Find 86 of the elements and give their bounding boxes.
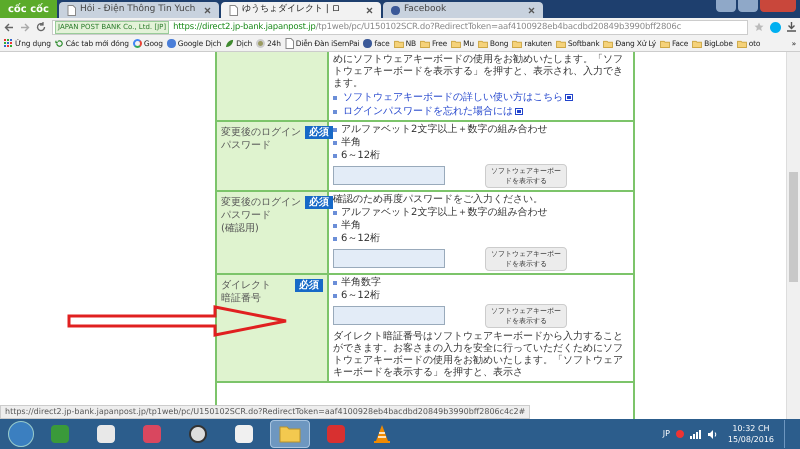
bullet-icon: [333, 211, 337, 215]
download-icon[interactable]: [787, 22, 796, 32]
folder-icon: [394, 40, 404, 48]
rule-item: アルファベット2文字以上＋数字の組み合わせ: [341, 207, 548, 219]
external-link-icon: [515, 108, 523, 115]
folder-icon: [451, 40, 462, 48]
field-label: (確認用): [221, 222, 260, 235]
required-badge: 必須: [305, 126, 333, 139]
app-icon: [143, 425, 161, 443]
rule-item: 6～12桁: [341, 150, 380, 162]
browser-logo: cốc cốc: [0, 0, 57, 18]
browser-tab[interactable]: Facebook: [382, 2, 543, 18]
star-icon[interactable]: [754, 22, 764, 32]
instruction-text: めにソフトウェアキーボードの使用をお勧めいたします。「ソフトウェアキーボードを表示する」を押すと、表示され、入力できます。: [333, 54, 624, 90]
help-link[interactable]: ログインパスワードを忘れた場合には: [343, 105, 513, 118]
back-icon[interactable]: [4, 22, 14, 32]
required-badge: 必須: [295, 279, 323, 292]
folder-icon: [478, 40, 488, 48]
leaf-icon: [225, 39, 234, 48]
traffic-cone-icon: [372, 424, 392, 444]
folder-icon: [692, 40, 702, 48]
maximize-button[interactable]: [738, 0, 758, 12]
bullet-icon: [333, 294, 337, 298]
app-icon: [51, 425, 69, 443]
page-icon: [66, 4, 76, 16]
folder-icon: [660, 40, 670, 48]
browser-tab[interactable]: ゆうちょダイレクト | ロ: [220, 2, 381, 18]
password-field[interactable]: [333, 306, 445, 325]
folder-icon: [736, 40, 747, 48]
field-label: 変更後のログイン: [221, 126, 301, 139]
bullet-icon: [333, 281, 337, 285]
rule-item: 半角: [341, 137, 361, 149]
field-label: 変更後のログイン: [221, 196, 301, 209]
clock-icon: [189, 425, 207, 443]
minimize-button[interactable]: [716, 0, 736, 12]
rule-item: 6～12桁: [341, 233, 380, 245]
forward-icon[interactable]: [20, 22, 30, 32]
folder-icon: [603, 40, 614, 48]
bullet-icon: [333, 110, 337, 114]
language-indicator[interactable]: JP: [662, 428, 670, 440]
password-field[interactable]: [333, 166, 445, 185]
clock-date[interactable]: 15/08/2016: [728, 434, 774, 445]
page-icon: [284, 38, 294, 49]
app-icon: [97, 425, 115, 443]
instruction-text: 確認のため再度パスワードをご入力ください。: [333, 194, 544, 206]
rule-item: 半角数字: [341, 277, 381, 289]
start-button[interactable]: [8, 421, 34, 447]
history-icon: [54, 39, 64, 48]
rule-item: 半角: [341, 220, 361, 232]
bullet-icon: [333, 154, 337, 158]
scrollbar-thumb[interactable]: [789, 172, 798, 282]
folder-icon: [556, 40, 566, 48]
browser-tab[interactable]: Hỏi - Điện Thông Tin Yuch: [58, 2, 219, 18]
reload-icon[interactable]: [36, 22, 46, 32]
help-link[interactable]: ソフトウェアキーボードの詳しい使い方はこちら: [343, 91, 563, 104]
external-link-icon: [565, 94, 573, 101]
note-text: ダイレクト暗証番号はソフトウェアキーボードから入力することができます。お客さまの入力を安全に行っていただくためにソフトウェアキーボードの使用をお勧めいたします。「ソフトウェアキーボードを表示する」を押すと、表示さ: [333, 331, 624, 379]
close-icon[interactable]: [366, 6, 373, 14]
volume-icon[interactable]: [708, 430, 718, 438]
status-url: https://direct2.jp-bank.japanpost.jp/tp1web/pc/U150102SCR.do?RedirectToken=aaf4100928eb4bacdbd20849b3990bff2806c4c2#: [0, 405, 530, 419]
app-icon: [327, 425, 345, 443]
page-icon: [228, 4, 238, 16]
password-field[interactable]: [333, 249, 445, 268]
grid-icon: [4, 39, 13, 48]
rule-item: 6～12桁: [341, 290, 380, 302]
scrollbar[interactable]: [786, 52, 800, 419]
folder-icon: [512, 40, 522, 48]
bullet-icon: [333, 237, 337, 241]
field-label: パスワード: [221, 209, 272, 222]
bullet-icon: [333, 141, 337, 145]
clock-time[interactable]: 10:32 CH: [732, 423, 770, 434]
bullet-icon: [333, 224, 337, 228]
bullet-icon: [333, 96, 337, 100]
required-badge: 必須: [305, 196, 333, 209]
url-text: https://direct2.jp-bank.japanpost.jp/tp1web/pc/U150102SCR.do?RedirectToken=aaf4100928eb4bacdbd20849b3990bff2806c: [173, 20, 682, 34]
signal-icon[interactable]: [690, 430, 702, 438]
bullet-icon: [333, 128, 337, 132]
close-icon[interactable]: [204, 6, 211, 14]
app-icon: [235, 425, 253, 443]
close-icon[interactable]: [528, 6, 535, 14]
field-label: ダイレクト: [221, 279, 271, 292]
field-label: 暗証番号: [221, 292, 262, 305]
field-label: パスワード: [221, 139, 272, 152]
folder-icon: [420, 40, 430, 48]
rule-item: アルファベット2文字以上＋数字の組み合わせ: [341, 124, 548, 136]
folder-icon: [279, 425, 301, 443]
